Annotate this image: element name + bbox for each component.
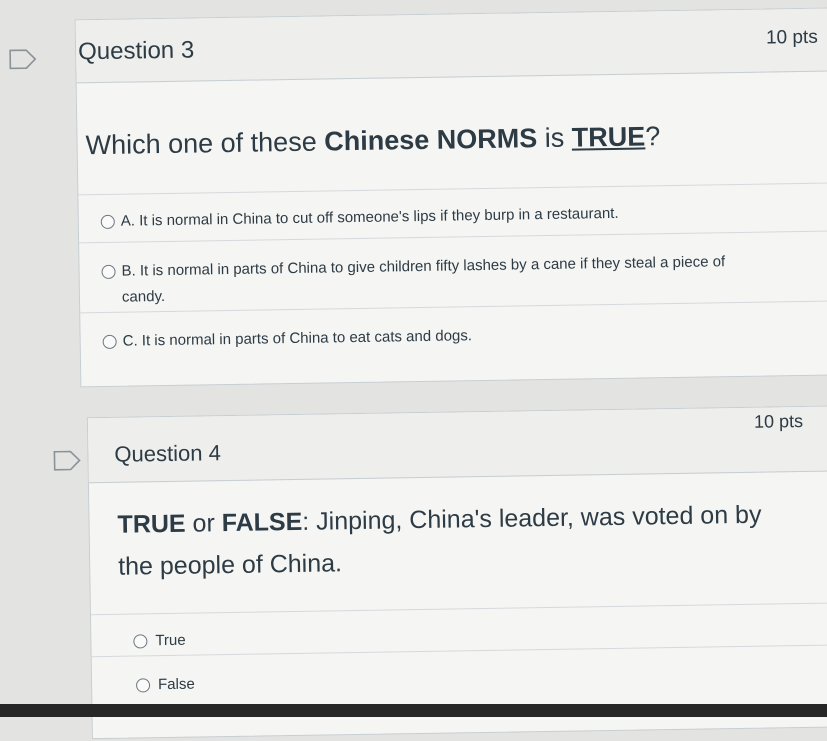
answer-option-c-label: C. It is normal in parts of China to eat… — [122, 327, 473, 350]
answer-option-b-label: B. It is normal in parts of China to giv… — [121, 253, 726, 306]
answer-option-b[interactable]: B. It is normal in parts of China to giv… — [79, 230, 827, 312]
answer-option-a-label: A. It is normal in China to cut off some… — [120, 204, 619, 230]
bookmark-flag-icon[interactable] — [9, 49, 37, 70]
screen-bezel — [0, 704, 827, 717]
question-4-header: Question 4 10 pts — [87, 406, 827, 484]
prompt-emphasis: FALSE — [221, 507, 303, 538]
question-4-title: Question 4 — [114, 440, 222, 467]
answer-option-false-label: False — [157, 675, 195, 694]
radio-button-icon[interactable] — [101, 264, 116, 279]
question-3-prompt: Which one of these Chinese NORMS is TRUE… — [85, 115, 660, 166]
bookmark-flag-icon[interactable] — [53, 450, 81, 471]
quiz-page: Question 3 10 pts Which one of these Chi… — [0, 0, 827, 740]
question-3-title: Question 3 — [77, 36, 195, 66]
question-3-header: Question 3 10 pts — [75, 8, 827, 84]
radio-button-icon[interactable] — [100, 214, 115, 229]
question-4-card: Question 4 10 pts TRUE or FALSE: Jinping… — [86, 405, 827, 740]
prompt-text: Which one of these — [85, 126, 325, 161]
question-4-points: 10 pts — [753, 410, 804, 432]
question-4-prompt: TRUE or FALSE: Jinping, China's leader, … — [117, 493, 798, 588]
prompt-emphasis: TRUE — [117, 509, 186, 539]
answer-option-true-label: True — [155, 631, 186, 650]
prompt-emphasis: Chinese NORMS — [323, 123, 538, 157]
question-3-points: 10 pts — [765, 26, 818, 49]
prompt-true-emphasis: TRUE — [571, 121, 646, 153]
radio-button-icon[interactable] — [135, 678, 151, 693]
prompt-text: is — [536, 122, 572, 154]
question-3-card: Question 3 10 pts Which one of these Chi… — [74, 7, 827, 388]
prompt-text: or — [185, 509, 222, 538]
radio-button-icon[interactable] — [133, 634, 148, 649]
prompt-text: ? — [644, 121, 661, 152]
radio-button-icon[interactable] — [102, 334, 117, 349]
answer-option-c[interactable]: C. It is normal in parts of China to eat… — [80, 300, 827, 364]
